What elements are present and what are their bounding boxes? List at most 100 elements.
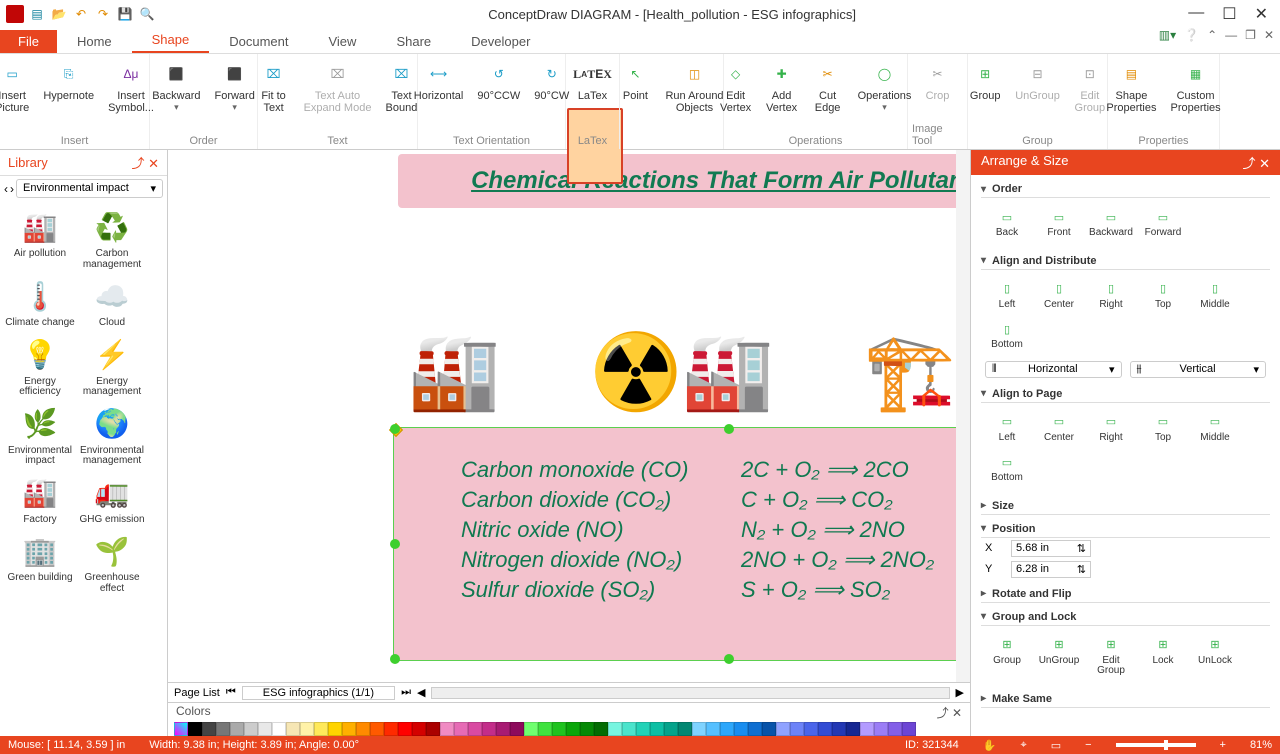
bottom-button[interactable]: ▭Bottom: [985, 451, 1029, 484]
color-swatch[interactable]: [594, 722, 608, 736]
color-swatch[interactable]: [524, 722, 538, 736]
color-swatch[interactable]: [356, 722, 370, 736]
sect-order[interactable]: Order: [981, 181, 1270, 198]
formula-shape-selected[interactable]: Carbon monoxide (CO)2C + O₂ ⟹ 2COCarbon …: [394, 428, 956, 660]
status-actual-icon[interactable]: ▭: [1051, 739, 1061, 752]
page-tab[interactable]: ESG infographics (1/1): [242, 686, 395, 700]
color-swatch[interactable]: [776, 722, 790, 736]
tab-view[interactable]: View: [308, 30, 376, 53]
tab-home[interactable]: Home: [57, 30, 132, 53]
color-swatch[interactable]: [636, 722, 650, 736]
qat-undo-icon[interactable]: ↶: [72, 5, 90, 23]
color-swatch[interactable]: [188, 722, 202, 736]
color-swatch[interactable]: [328, 722, 342, 736]
color-swatch[interactable]: [300, 722, 314, 736]
color-swatch[interactable]: [216, 722, 230, 736]
hscroll-right-icon[interactable]: ▶: [956, 686, 964, 699]
color-swatch[interactable]: [874, 722, 888, 736]
help-icon[interactable]: ❔: [1184, 28, 1199, 42]
library-item[interactable]: 🏭Factory: [4, 471, 76, 526]
file-menu[interactable]: File: [0, 30, 57, 53]
left-button[interactable]: ▯Left: [985, 278, 1029, 311]
sect-grouplock[interactable]: Group and Lock: [981, 609, 1270, 626]
zoom-out-icon[interactable]: −: [1085, 739, 1091, 751]
color-swatch[interactable]: [608, 722, 622, 736]
library-item[interactable]: 🌍Environmental management: [76, 402, 148, 467]
sect-align[interactable]: Align and Distribute: [981, 253, 1270, 270]
left-button[interactable]: ▭Left: [985, 411, 1029, 444]
sect-position[interactable]: Position: [981, 521, 1270, 538]
color-swatch[interactable]: [468, 722, 482, 736]
group-button[interactable]: ⊞Group: [963, 56, 1007, 135]
right-button[interactable]: ▯Right: [1089, 278, 1133, 311]
resize-handle[interactable]: [390, 424, 400, 434]
color-swatch[interactable]: [482, 722, 496, 736]
color-swatch[interactable]: [762, 722, 776, 736]
color-swatch[interactable]: [860, 722, 874, 736]
library-item[interactable]: 🌿Environmental impact: [4, 402, 76, 467]
color-swatch[interactable]: [342, 722, 356, 736]
library-item[interactable]: 🌡️Climate change: [4, 274, 76, 329]
middle-button[interactable]: ▯Middle: [1193, 278, 1237, 311]
edit-group-button[interactable]: ⊞Edit Group: [1089, 634, 1133, 677]
color-swatch[interactable]: [258, 722, 272, 736]
color-swatch[interactable]: [734, 722, 748, 736]
lib-back-icon[interactable]: ‹: [4, 182, 8, 196]
back-button[interactable]: ▭Back: [985, 206, 1029, 239]
color-swatch[interactable]: [384, 722, 398, 736]
color-swatch[interactable]: [566, 722, 580, 736]
window-maximize-icon[interactable]: ☐: [1222, 4, 1236, 24]
window-close-icon[interactable]: ✕: [1255, 4, 1268, 24]
forward-button[interactable]: ▭Forward: [1141, 206, 1185, 239]
edit-vertex-button[interactable]: ◇Edit Vertex: [714, 56, 758, 135]
color-swatch[interactable]: [804, 722, 818, 736]
library-item[interactable]: 🏭Air pollution: [4, 205, 76, 270]
qat-redo-icon[interactable]: ↷: [94, 5, 112, 23]
tab-document[interactable]: Document: [209, 30, 308, 53]
color-swatch[interactable]: [426, 722, 440, 736]
center-button[interactable]: ▭Center: [1037, 411, 1081, 444]
hscroll-left-icon[interactable]: ◀: [417, 686, 425, 699]
panel-close-icon[interactable]: ✕: [148, 156, 159, 171]
solutions-dropdown-icon[interactable]: ▥▾: [1159, 28, 1176, 42]
color-swatch[interactable]: [230, 722, 244, 736]
front-button[interactable]: ▭Front: [1037, 206, 1081, 239]
custom-properties-button[interactable]: ▦Custom Properties: [1165, 56, 1227, 135]
top-button[interactable]: ▯Top: [1141, 278, 1185, 311]
color-swatch[interactable]: [398, 722, 412, 736]
color-swatch[interactable]: [622, 722, 636, 736]
bottom-button[interactable]: ▯Bottom: [985, 318, 1029, 351]
tab-share[interactable]: Share: [376, 30, 451, 53]
resize-handle[interactable]: [390, 654, 400, 664]
zoom-in-icon[interactable]: +: [1220, 739, 1226, 751]
hscrollbar[interactable]: [431, 687, 949, 699]
resize-handle[interactable]: [390, 539, 400, 549]
library-item[interactable]: 💡Energy efficiency: [4, 333, 76, 398]
library-selector[interactable]: Environmental impact▾: [16, 179, 163, 198]
arrange-pin-icon[interactable]: ⤴: [1242, 156, 1255, 171]
sect-makesame[interactable]: Make Same: [981, 691, 1270, 708]
color-picker-icon[interactable]: [174, 722, 188, 736]
color-swatch[interactable]: [902, 722, 916, 736]
library-item[interactable]: ⚡Energy management: [76, 333, 148, 398]
color-swatch[interactable]: [580, 722, 594, 736]
color-swatch[interactable]: [692, 722, 706, 736]
resize-handle[interactable]: [724, 654, 734, 664]
color-swatch[interactable]: [650, 722, 664, 736]
color-swatch[interactable]: [440, 722, 454, 736]
color-swatch[interactable]: [496, 722, 510, 736]
doc-restore-icon[interactable]: ❐: [1245, 28, 1256, 42]
qat-app-icon[interactable]: [6, 5, 24, 23]
tab-shape[interactable]: Shape: [132, 28, 210, 53]
align-horiz-select[interactable]: ⫴Horizontal▾: [985, 361, 1122, 378]
lock-button[interactable]: ⊞Lock: [1141, 634, 1185, 677]
ccw-button[interactable]: ↺90°CCW: [471, 56, 526, 135]
ungroup-button[interactable]: ⊞UnGroup: [1037, 634, 1081, 677]
resize-handle[interactable]: [724, 424, 734, 434]
color-swatch[interactable]: [412, 722, 426, 736]
color-swatch[interactable]: [720, 722, 734, 736]
qat-new-icon[interactable]: ▤: [28, 5, 46, 23]
top-button[interactable]: ▭Top: [1141, 411, 1185, 444]
color-swatch[interactable]: [748, 722, 762, 736]
diagram-title-shape[interactable]: Chemical Reactions That Form Air Polluta…: [398, 154, 956, 208]
